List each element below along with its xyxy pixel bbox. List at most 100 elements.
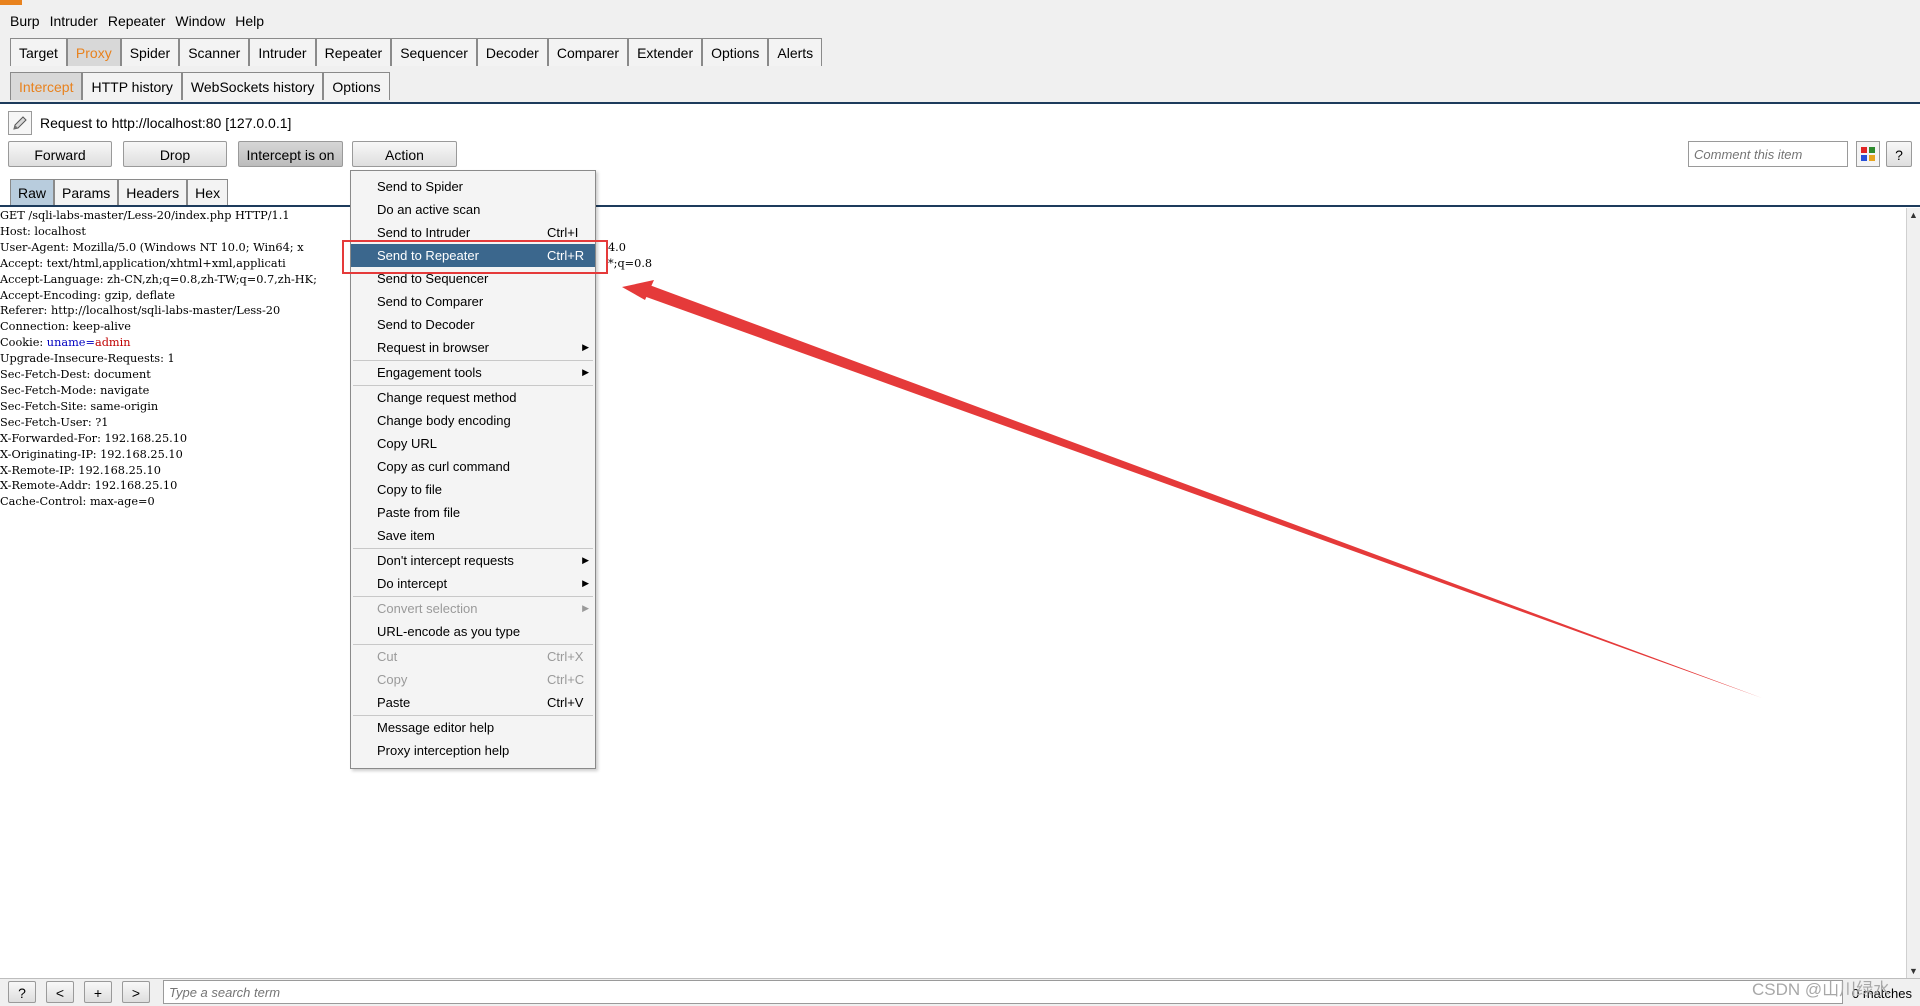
request-line-text: Accept: text/html,application/xhtml+xml,… bbox=[0, 256, 286, 270]
submenu-arrow-icon: ▶ bbox=[582, 367, 589, 377]
raw-request-editor[interactable]: GET /sqli-labs-master/Less-20/index.php … bbox=[0, 208, 1906, 978]
request-line: User-Agent: Mozilla/5.0 (Windows NT 10.0… bbox=[0, 240, 1906, 256]
request-line-text: Sec-Fetch-User: ?1 bbox=[0, 415, 109, 429]
menu-item-label: Send to Decoder bbox=[377, 317, 475, 332]
scroll-up-icon[interactable]: ▲ bbox=[1909, 210, 1918, 220]
subtab-websockets-history[interactable]: WebSockets history bbox=[181, 72, 324, 100]
request-line: Cookie: uname=admin bbox=[0, 335, 1906, 351]
request-line: X-Remote-Addr: 192.168.25.10 bbox=[0, 478, 1906, 494]
comment-input[interactable] bbox=[1688, 141, 1848, 167]
menu-item-send-to-comparer[interactable]: Send to Comparer bbox=[351, 290, 595, 313]
intercept-toggle-button[interactable]: Intercept is on bbox=[238, 141, 343, 167]
request-line-text: X-Forwarded-For: 192.168.25.10 bbox=[0, 431, 188, 445]
scroll-down-icon[interactable]: ▼ bbox=[1909, 966, 1918, 976]
menu-item-request-in-browser[interactable]: Request in browser ▶ bbox=[351, 336, 595, 359]
menu-burp[interactable]: Burp bbox=[10, 13, 40, 29]
editor-tab-headers[interactable]: Headers bbox=[118, 179, 188, 205]
menu-item-send-to-spider[interactable]: Send to Spider bbox=[351, 175, 595, 198]
menu-item-do-intercept[interactable]: Do intercept ▶ bbox=[351, 572, 595, 595]
watermark: CSDN @山川绿水 bbox=[1752, 980, 1891, 999]
request-line-text: GET /sqli-labs-master/Less-20/index.php … bbox=[0, 209, 290, 222]
forward-button[interactable]: Forward bbox=[8, 141, 112, 167]
menu-item-label: Don't intercept requests bbox=[377, 553, 514, 568]
menu-item-copy-url[interactable]: Copy URL bbox=[351, 432, 595, 455]
menu-item-save-item[interactable]: Save item bbox=[351, 524, 595, 547]
menu-item-shortcut: Ctrl+X bbox=[547, 649, 584, 664]
menu-item-paste[interactable]: Paste Ctrl+V bbox=[351, 691, 595, 714]
menu-item-don-t-intercept-requests[interactable]: Don't intercept requests ▶ bbox=[351, 549, 595, 572]
menu-item-label: Copy as curl command bbox=[377, 459, 510, 474]
menu-item-label: Paste bbox=[377, 695, 411, 710]
menu-item-url-encode-as-you-type[interactable]: URL-encode as you type bbox=[351, 620, 595, 643]
editor-tab-hex[interactable]: Hex bbox=[187, 179, 229, 205]
menu-item-do-an-active-scan[interactable]: Do an active scan bbox=[351, 198, 595, 221]
proxy-sub-tab-bar: Intercept HTTP history WebSockets history O… bbox=[0, 68, 1920, 104]
tab-intruder[interactable]: Intruder bbox=[249, 38, 316, 66]
menu-item-change-body-encoding[interactable]: Change body encoding bbox=[351, 409, 595, 432]
editor-scrollbar[interactable]: ▲ ▼ bbox=[1906, 208, 1920, 978]
tab-extender[interactable]: Extender bbox=[628, 38, 703, 66]
edit-pencil-icon[interactable] bbox=[8, 111, 32, 135]
request-line-text: Sec-Fetch-Site: same-origin bbox=[0, 399, 159, 413]
subtab-http-history[interactable]: HTTP history bbox=[82, 72, 182, 100]
search-next-button[interactable]: > bbox=[122, 981, 150, 1003]
highlight-color-picker[interactable] bbox=[1856, 141, 1880, 167]
tab-sequencer[interactable]: Sequencer bbox=[391, 38, 477, 66]
menu-item-label: Change request method bbox=[377, 390, 517, 405]
request-target-label: Request to http://localhost:80 [127.0.0.… bbox=[40, 115, 292, 131]
menu-help[interactable]: Help bbox=[235, 13, 264, 29]
title-strip bbox=[0, 0, 1920, 8]
menu-item-label: Message editor help bbox=[377, 720, 495, 735]
menu-bar: Burp Intruder Repeater Window Help bbox=[0, 8, 1920, 34]
help-button[interactable]: ? bbox=[1886, 141, 1912, 167]
tab-comparer[interactable]: Comparer bbox=[547, 38, 629, 66]
search-input[interactable] bbox=[163, 980, 1843, 1004]
tab-target[interactable]: Target bbox=[10, 38, 67, 66]
menu-item-label: Cut bbox=[377, 649, 398, 664]
menu-item-label: Copy bbox=[377, 672, 408, 687]
editor-tab-raw[interactable]: Raw bbox=[10, 179, 55, 205]
request-line-text: Upgrade-Insecure-Requests: 1 bbox=[0, 352, 175, 366]
request-line-text: Cache-Control: max-age=0 bbox=[0, 495, 155, 509]
submenu-arrow-icon: ▶ bbox=[582, 555, 589, 565]
menu-item-engagement-tools[interactable]: Engagement tools ▶ bbox=[351, 361, 595, 384]
menu-item-send-to-decoder[interactable]: Send to Decoder bbox=[351, 313, 595, 336]
menu-repeater[interactable]: Repeater bbox=[108, 13, 166, 29]
request-line: X-Remote-IP: 192.168.25.10 bbox=[0, 463, 1906, 479]
menu-intruder[interactable]: Intruder bbox=[50, 13, 98, 29]
subtab-options[interactable]: Options bbox=[323, 72, 390, 100]
tab-decoder[interactable]: Decoder bbox=[476, 38, 548, 66]
request-line: X-Originating-IP: 192.168.25.10 bbox=[0, 447, 1906, 463]
tab-proxy[interactable]: Proxy bbox=[66, 38, 121, 66]
menu-item-copy-to-file[interactable]: Copy to file bbox=[351, 478, 595, 501]
tab-scanner[interactable]: Scanner bbox=[179, 38, 250, 66]
tab-options[interactable]: Options bbox=[702, 38, 769, 66]
editor-divider bbox=[0, 205, 1920, 207]
request-line: Host: localhost bbox=[0, 224, 1906, 240]
tab-alerts[interactable]: Alerts bbox=[768, 38, 823, 66]
request-line-text: X-Remote-IP: 192.168.25.10 bbox=[0, 463, 161, 477]
search-add-button[interactable]: + bbox=[84, 981, 112, 1003]
search-help-button[interactable]: ? bbox=[8, 981, 36, 1003]
menu-item-label: Copy URL bbox=[377, 436, 437, 451]
menu-window[interactable]: Window bbox=[175, 13, 225, 29]
tab-repeater[interactable]: Repeater bbox=[315, 38, 392, 66]
editor-tab-params[interactable]: Params bbox=[54, 179, 119, 205]
drop-button[interactable]: Drop bbox=[123, 141, 227, 167]
search-prev-button[interactable]: < bbox=[46, 981, 74, 1003]
menu-item-change-request-method[interactable]: Change request method bbox=[351, 386, 595, 409]
menu-item-proxy-interception-help[interactable]: Proxy interception help bbox=[351, 739, 595, 762]
request-info: Request to http://localhost:80 [127.0.0.… bbox=[8, 111, 291, 135]
menu-item-copy-as-curl-command[interactable]: Copy as curl command bbox=[351, 455, 595, 478]
menu-item-paste-from-file[interactable]: Paste from file bbox=[351, 501, 595, 524]
menu-item-label: Copy to file bbox=[377, 482, 443, 497]
request-line: Referer: http://localhost/sqli-labs-mast… bbox=[0, 303, 1906, 319]
action-button[interactable]: Action bbox=[352, 141, 457, 167]
request-line-text: Connection: keep-alive bbox=[0, 320, 131, 334]
request-line: Cache-Control: max-age=0 bbox=[0, 494, 1906, 510]
menu-item-message-editor-help[interactable]: Message editor help bbox=[351, 716, 595, 739]
request-line-text: Accept-Encoding: gzip, deflate bbox=[0, 288, 176, 302]
request-line-text: Sec-Fetch-Mode: navigate bbox=[0, 383, 150, 397]
tab-spider[interactable]: Spider bbox=[120, 38, 180, 66]
subtab-intercept[interactable]: Intercept bbox=[10, 72, 83, 100]
